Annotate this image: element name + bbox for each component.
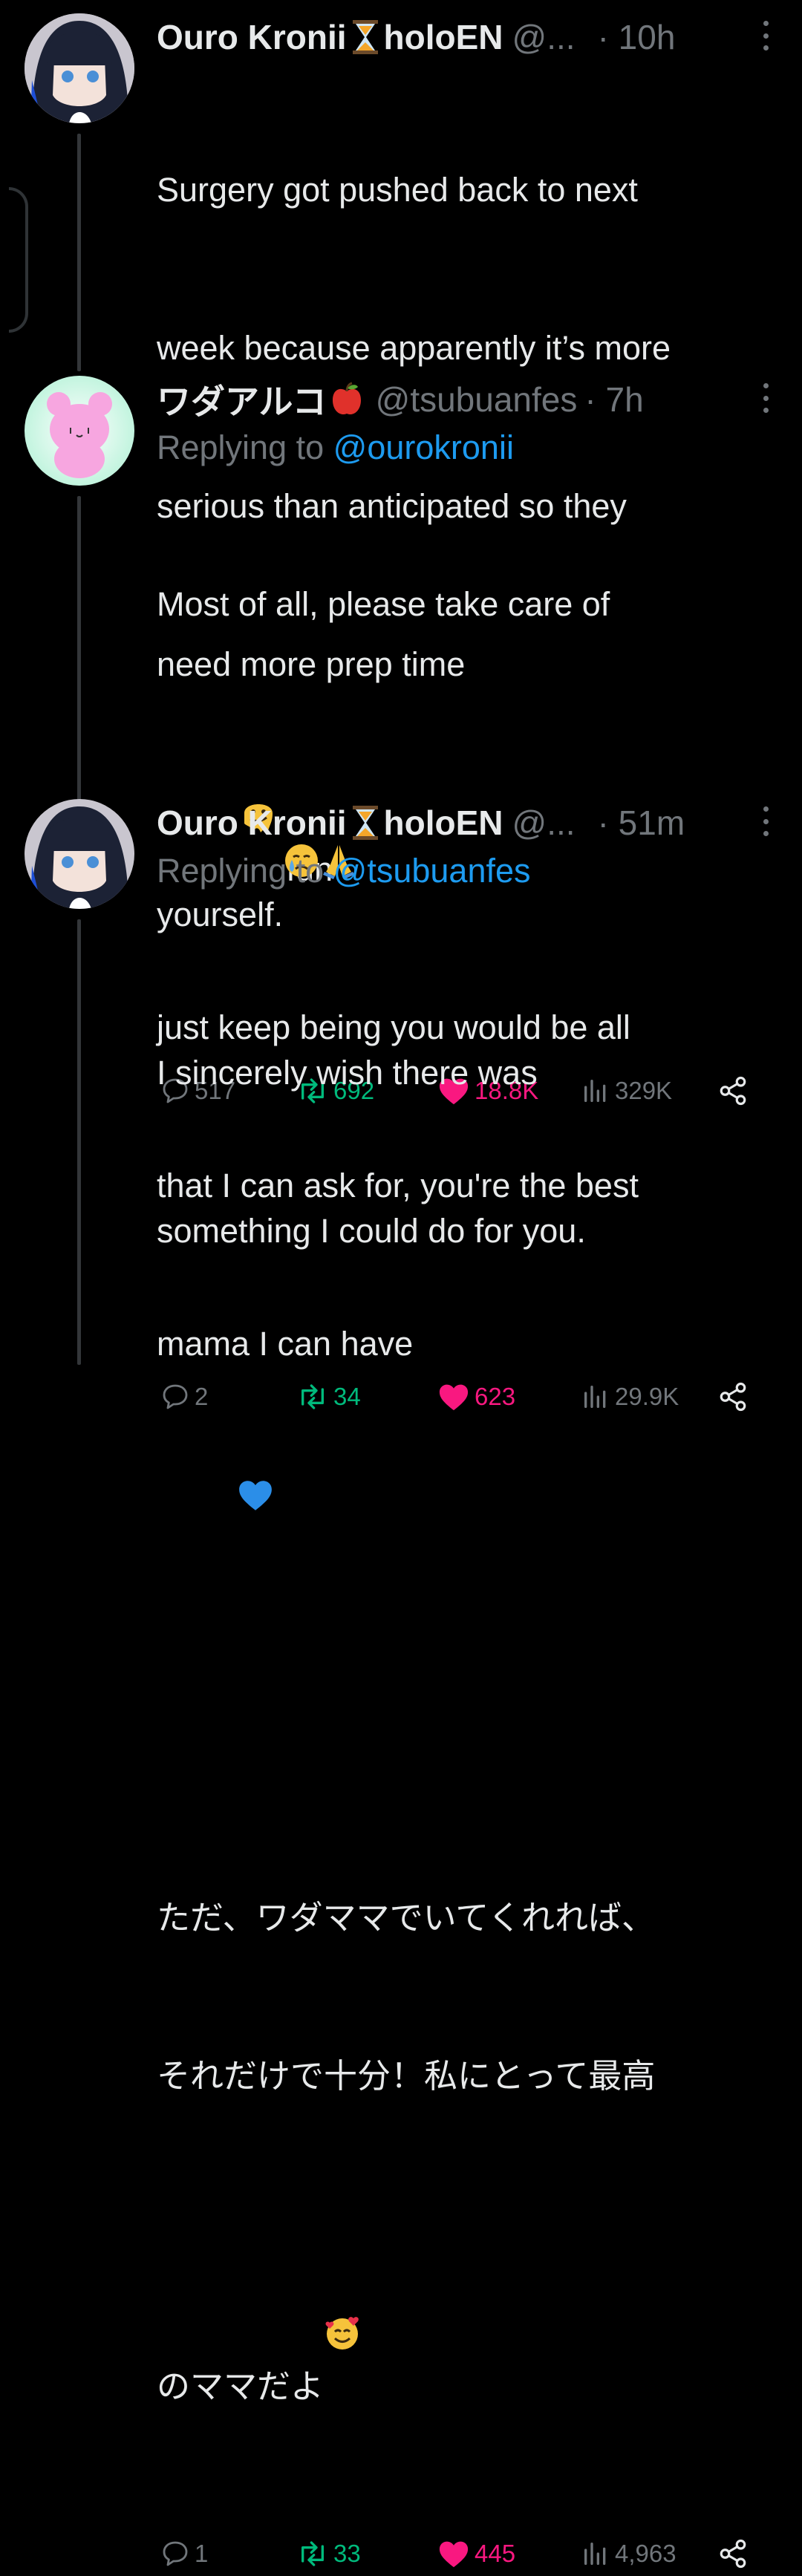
tweet-2[interactable]: ワダアルコ @tsubuanfes · 7h Replying to @ouro… xyxy=(0,376,802,1412)
hourglass-icon xyxy=(350,19,381,56)
timestamp[interactable]: · 51m xyxy=(598,803,685,843)
tweet-text: just keep being you would be all that I … xyxy=(157,896,802,2518)
text-line: that I can ask for, you're the best xyxy=(157,1167,639,1204)
thread-line xyxy=(77,496,81,800)
text-line: のママだよ xyxy=(157,2367,325,2405)
display-name[interactable]: Ouro Kronii xyxy=(157,803,347,843)
analytics-icon xyxy=(584,2543,606,2565)
share-icon xyxy=(720,2539,746,2569)
avatar-tsubuanfes[interactable] xyxy=(25,376,134,486)
views-button[interactable]: 4,963 xyxy=(581,2531,677,2576)
like-count: 445 xyxy=(475,2540,516,2567)
user-handle[interactable]: @tsubuanfes xyxy=(376,379,578,420)
like-button[interactable]: 445 xyxy=(437,2531,515,2576)
reply-count: 1 xyxy=(195,2540,209,2567)
apple-icon xyxy=(328,381,365,418)
reply-icon xyxy=(163,2541,188,2566)
retweet-icon xyxy=(301,2541,324,2566)
heart-icon xyxy=(439,2541,469,2568)
more-options-icon[interactable] xyxy=(762,383,769,413)
retweet-count: 33 xyxy=(333,2540,361,2567)
text-line: just keep being you would be all xyxy=(157,1008,630,1046)
replying-to: Replying to @tsubuanfes xyxy=(157,847,802,896)
hourglass-icon xyxy=(350,804,381,841)
display-name[interactable]: ワダアルコ xyxy=(157,375,327,424)
avatar-kronii[interactable] xyxy=(25,799,134,909)
folded-hands-icon xyxy=(320,736,357,879)
text-line: ただ、ワダママでいてくれれば、 xyxy=(157,1899,655,1937)
timestamp[interactable]: · 10h xyxy=(598,17,676,57)
smiling-face-with-hearts-icon xyxy=(324,2208,361,2350)
mention-link[interactable]: @ourokronii xyxy=(333,428,514,466)
share-button[interactable] xyxy=(717,2531,749,2576)
replying-to-label: Replying to xyxy=(157,428,325,466)
timestamp[interactable]: · 7h xyxy=(584,379,643,420)
tweet-header: Ouro Kronii holoEN @... · 51m xyxy=(157,799,802,847)
user-handle[interactable]: @... xyxy=(512,803,576,843)
mention-link[interactable]: @tsubuanfes xyxy=(333,852,531,890)
more-options-icon[interactable] xyxy=(762,806,769,836)
display-name-suffix[interactable]: holoEN xyxy=(384,803,503,843)
text-line: Most of all, please take care of xyxy=(157,585,610,623)
text-line: Surgery got pushed back to next xyxy=(157,171,638,209)
view-count: 4,963 xyxy=(615,2540,677,2567)
tweet-1[interactable]: Ouro Kronii holoEN @... · 10h Surgery go… xyxy=(0,13,802,1106)
text-line: week because apparently it’s more xyxy=(157,329,671,367)
display-name-suffix[interactable]: holoEN xyxy=(384,17,503,57)
tweet-header: ワダアルコ @tsubuanfes · 7h xyxy=(157,376,802,423)
text-line: mama I can have xyxy=(157,1325,414,1363)
tweet-3[interactable]: Ouro Kronii holoEN @... · 51m Replying t… xyxy=(0,799,802,2569)
reply-button[interactable]: 1 xyxy=(160,2531,208,2576)
avatar-kronii[interactable] xyxy=(25,13,134,123)
more-options-icon[interactable] xyxy=(762,21,769,50)
text-line: それだけで十分！私にとって最高 xyxy=(157,2057,656,2095)
tweet-actions: 1 33 445 4,963 xyxy=(157,2531,802,2576)
replying-to-label: Replying to xyxy=(157,852,325,890)
tweet-header: Ouro Kronii holoEN @... · 10h xyxy=(157,13,802,61)
retweet-button[interactable]: 33 xyxy=(296,2531,361,2576)
display-name[interactable]: Ouro Kronii xyxy=(157,17,347,57)
user-handle[interactable]: @... xyxy=(512,17,576,57)
thread-line xyxy=(77,919,81,1365)
replying-to: Replying to @ourokronii xyxy=(157,423,802,472)
thread-line xyxy=(77,134,81,371)
blue-heart-icon xyxy=(237,1370,274,1510)
crying-face-icon xyxy=(283,736,320,877)
